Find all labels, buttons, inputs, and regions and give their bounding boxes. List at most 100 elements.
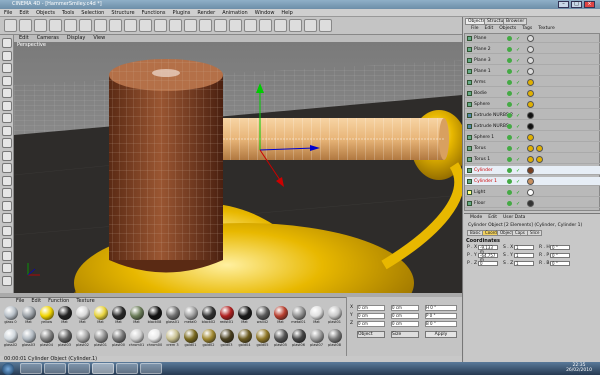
menu-render[interactable]: Render [197, 9, 215, 16]
material-menu-function[interactable]: Function [48, 298, 69, 305]
material-menu-file[interactable]: File [16, 298, 24, 305]
object-row[interactable]: Light ✓ [465, 188, 600, 197]
z-axis-tool-icon[interactable] [139, 19, 152, 32]
coord-rotation-field[interactable]: P 0 ° [425, 313, 457, 319]
position-field[interactable]: -9.133 m [478, 245, 498, 254]
object-row[interactable]: Extrude NURBS 2 ✓ [465, 111, 600, 120]
scale-field[interactable]: 1 [514, 245, 534, 250]
viewport-menu-edit[interactable]: Edit [19, 35, 29, 42]
coord-size-field[interactable]: 0 cm [391, 321, 419, 327]
material-swatch[interactable]: gold05 [254, 329, 271, 351]
material-menu-texture[interactable]: Texture [76, 298, 94, 305]
left-tool-icon[interactable] [2, 175, 12, 186]
material-swatch[interactable]: gold03 [218, 329, 235, 351]
material-swatch[interactable]: redst01 [218, 306, 235, 328]
taskbar-cinema4d-icon[interactable] [92, 363, 114, 374]
enable-check-icon[interactable]: ✓ [516, 90, 520, 99]
coord-position-field[interactable]: 0 cm [357, 305, 385, 311]
rotate-tool-icon[interactable] [79, 19, 92, 32]
material-swatch[interactable]: glass 0 [2, 306, 19, 328]
visibility-dot-icon[interactable] [507, 36, 512, 41]
visibility-dot-icon[interactable] [507, 157, 512, 162]
attribute-menu-mode[interactable]: Mode [470, 215, 482, 221]
visibility-dot-icon[interactable] [507, 124, 512, 129]
material-swatch[interactable]: chrom01 [128, 329, 145, 351]
attribute-tab-slice[interactable]: Slice [527, 230, 543, 236]
visibility-dot-icon[interactable] [507, 47, 512, 52]
object-row[interactable]: Plane 1 ✓ [465, 67, 600, 76]
left-tool-icon[interactable] [2, 150, 12, 161]
material-tag-icon[interactable] [527, 134, 534, 141]
material-swatch[interactable]: glass03 [20, 329, 37, 351]
left-tool-icon[interactable] [2, 188, 12, 198]
taskbar-folder-icon[interactable] [68, 363, 90, 374]
enable-check-icon[interactable]: ✓ [516, 101, 520, 110]
coord-position-field[interactable]: 0 cm [357, 313, 385, 319]
coord-size-select[interactable]: Size [391, 331, 419, 338]
object-menu-file[interactable]: File [471, 26, 479, 32]
taskbar-clock[interactable]: 22:35 26/02/2010 [566, 363, 592, 373]
object-row[interactable]: Sphere ✓ [465, 100, 600, 109]
close-button[interactable]: × [584, 1, 595, 8]
viewport-menu-view[interactable]: View [93, 35, 105, 42]
object-row[interactable]: Cylinder 1 ✓ [465, 177, 600, 186]
material-swatch[interactable]: Mat [128, 306, 145, 328]
object-list[interactable]: Plane ✓ Plane 2 ✓ Plane 3 ✓ Plane 1 ✓ Arms ✓ Bodie… [464, 33, 600, 211]
viewport-scene[interactable] [14, 35, 462, 293]
left-tool-icon[interactable] [2, 238, 12, 248]
visibility-dot-icon[interactable] [507, 113, 512, 118]
scale-field[interactable]: 1 [514, 253, 534, 258]
material-tag-icon[interactable] [527, 79, 534, 86]
material-swatch[interactable]: wall42 [254, 306, 271, 328]
taskbar-vlc-icon[interactable] [116, 363, 138, 374]
material-tag-icon[interactable] [527, 35, 534, 42]
world-coords-tool-icon[interactable] [154, 19, 167, 32]
menu-selection[interactable]: Selection [81, 9, 104, 16]
material-swatch[interactable]: plast00 [110, 329, 127, 351]
material-swatch[interactable]: black02 [200, 306, 217, 328]
render-pv-tool-icon[interactable] [184, 19, 197, 32]
menu-animation[interactable]: Animation [222, 9, 248, 16]
material-tag-icon[interactable] [527, 90, 534, 97]
material-tag-icon[interactable] [527, 156, 534, 163]
coord-mode-select[interactable]: Object [357, 331, 385, 338]
enable-check-icon[interactable]: ✓ [516, 68, 520, 77]
left-tool-icon[interactable] [2, 213, 12, 223]
enable-check-icon[interactable]: ✓ [516, 156, 520, 165]
material-tag-icon[interactable] [527, 178, 534, 185]
material-swatch[interactable]: yellow [38, 306, 55, 328]
material-swatch[interactable]: Mat [20, 306, 37, 328]
material-swatch[interactable]: plast03 [56, 329, 73, 351]
object-row[interactable]: Cylinder ✓ [465, 166, 600, 175]
coord-size-field[interactable]: 0 cm [391, 305, 419, 311]
object-row[interactable]: Plane 2 ✓ [465, 45, 600, 54]
coord-size-field[interactable]: 0 cm [391, 313, 419, 319]
rotation-field[interactable]: 0 ° [550, 261, 570, 266]
viewport[interactable]: Edit Cameras Display View Perspective [14, 35, 462, 293]
menu-help[interactable]: Help [281, 9, 292, 16]
left-tool-icon[interactable] [2, 250, 12, 261]
material-swatch[interactable]: Mat [74, 306, 91, 328]
visibility-dot-icon[interactable] [507, 58, 512, 63]
enable-check-icon[interactable]: ✓ [516, 35, 520, 44]
object-menu-texture[interactable]: Texture [538, 26, 554, 32]
visibility-dot-icon[interactable] [507, 69, 512, 74]
material-tag-icon[interactable] [527, 189, 534, 196]
material-tag-icon[interactable] [527, 167, 534, 174]
menu-objects[interactable]: Objects [36, 9, 55, 16]
material-swatch[interactable]: metal0 [182, 306, 199, 328]
viewport-menu-display[interactable]: Display [67, 35, 85, 42]
cube-tool-icon[interactable] [214, 19, 227, 32]
material-swatch[interactable]: plast04 [38, 329, 55, 351]
nurbs-tool-icon[interactable] [229, 19, 242, 32]
visibility-dot-icon[interactable] [507, 201, 512, 206]
menu-plugins[interactable]: Plugins [172, 9, 190, 16]
left-tool-icon[interactable] [2, 38, 12, 48]
tab-browser[interactable]: Browser [503, 18, 528, 25]
left-tool-icon[interactable] [2, 100, 12, 111]
left-tool-icon[interactable] [2, 125, 12, 136]
menu-window[interactable]: Window [255, 9, 275, 16]
left-tool-icon[interactable] [2, 75, 12, 86]
camera-tool-icon[interactable] [304, 19, 317, 32]
position-field[interactable]: -64.757 m [478, 253, 498, 262]
